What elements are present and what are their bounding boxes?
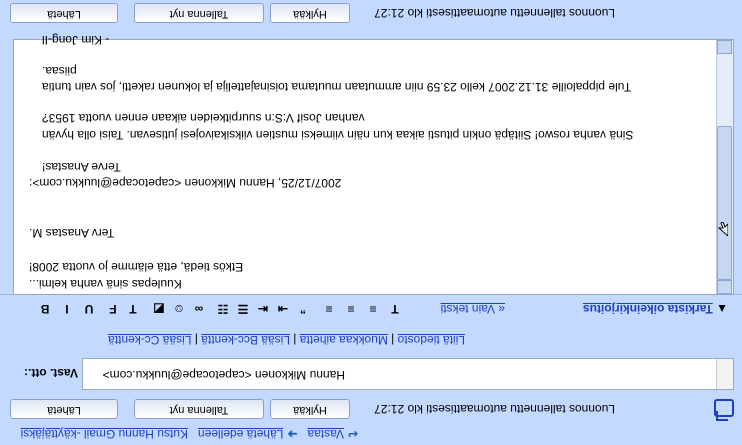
body-line: Etkös tiedä, että elämme jo vuotta 2008!	[29, 260, 244, 274]
popout-icon[interactable]	[714, 399, 734, 417]
plain-text-link[interactable]: « Vain teksti	[441, 302, 505, 316]
quoted-line: - Kim Jong-Il	[42, 33, 110, 47]
body-line: Terv Anastas M.	[29, 226, 115, 240]
bottom-toolbar: Luonnos tallennettu automaattisesti klo …	[0, 396, 742, 422]
bulleted-list-icon[interactable]: ☰	[236, 302, 250, 316]
quoted-line: vanhan Josif V:S:n suurpitkeiden aikaan …	[42, 111, 365, 125]
italic-icon[interactable]: I	[60, 302, 74, 316]
compose-window: ↩ Vastaa ➜ Lähetä edelleen Kutsu Hannu Gma…	[0, 0, 742, 445]
discard-button[interactable]: Hylkää	[270, 3, 350, 23]
field-links: Liitä tiedosto | Muokkaa aihetta | Lisää…	[0, 330, 742, 348]
forward-arrow-icon: ➜	[287, 427, 298, 441]
format-icons: T ≡ ≡ ≡ ” ⇥ ⇤ ☰ ☷ ∞ ☺ ◩ T F U I B	[12, 300, 402, 316]
to-field-scrollbar[interactable]	[716, 359, 733, 389]
align-left-icon[interactable]: ≡	[322, 302, 336, 316]
edit-subject-link[interactable]: Muokkaa aihetta	[300, 333, 388, 347]
body-line: Kuulepas sinä vanha kelmi...	[29, 277, 182, 291]
quoted-line: Tule pippaloille 31.12.2007 kello 23.59 …	[42, 80, 632, 94]
mouse-cursor-icon	[718, 222, 728, 236]
to-field-value: Hannu Mikkonen <capetocape@luukku.com>	[102, 368, 345, 382]
quoted-line: Sinä vanha roswo! Siitäpä onkin pitusti …	[42, 128, 634, 142]
add-bcc-link[interactable]: Lisää Bcc-kenttä	[201, 333, 290, 347]
font-family-icon[interactable]: F	[106, 302, 120, 316]
attach-file-link[interactable]: Liitä tiedosto	[398, 333, 465, 347]
send-button[interactable]: Lähetä	[10, 3, 118, 23]
indent-more-icon[interactable]: ⇥	[276, 302, 290, 316]
text-color-icon[interactable]: ◩	[152, 302, 166, 316]
save-button[interactable]: Tallenna nyt	[134, 399, 264, 419]
send-button[interactable]: Lähetä	[10, 399, 118, 419]
font-size-icon[interactable]: T	[126, 302, 140, 316]
emoticon-icon[interactable]: ☺	[172, 302, 186, 316]
add-cc-link[interactable]: Lisää Cc-kenttä	[108, 333, 191, 347]
quoted-line: piisaa.	[42, 64, 77, 78]
indent-less-icon[interactable]: ⇤	[256, 302, 270, 316]
message-body-editor[interactable]: Kuulepas sinä vanha kelmi... Etkös tiedä…	[13, 33, 734, 295]
align-center-icon[interactable]: ≡	[344, 302, 358, 316]
body-line: 2007/12/25, Hannu Mikkonen <capetocape@l…	[29, 176, 342, 190]
numbered-list-icon[interactable]: ☷	[216, 302, 230, 316]
forward-link[interactable]: Lähetä edelleen	[198, 427, 283, 441]
reply-arrow-icon: ↩	[347, 427, 358, 441]
spellcheck-control[interactable]: ▲ Tarkista oikeinkirjoitus	[583, 302, 728, 316]
to-row: Hannu Mikkonen <capetocape@luukku.com> V…	[0, 348, 742, 396]
to-label: Vast. ott.:	[23, 366, 78, 380]
spellcheck-link[interactable]: Tarkista oikeinkirjoitus	[583, 302, 713, 316]
scroll-thumb[interactable]	[717, 126, 732, 280]
invite-link[interactable]: Kutsu Hannu Gmail -käyttäjäksi	[21, 427, 188, 441]
draft-status: Luonnos tallennettu automaattisesti klo …	[374, 6, 615, 20]
reply-link[interactable]: Vastaa	[307, 427, 343, 441]
underline-icon[interactable]: U	[82, 302, 96, 316]
scroll-down-arrow-icon[interactable]	[717, 280, 732, 294]
top-toolbar: Luonnos tallennettu automaattisesti klo …	[0, 0, 742, 26]
link-icon[interactable]: ∞	[192, 302, 206, 316]
scroll-up-arrow-icon[interactable]	[717, 40, 732, 54]
discard-button[interactable]: Hylkää	[270, 399, 350, 419]
to-field[interactable]: Hannu Mikkonen <capetocape@luukku.com>	[82, 358, 734, 390]
editor-scrollbar[interactable]	[716, 40, 733, 294]
formatting-toolbar: ▲ Tarkista oikeinkirjoitus « Vain teksti…	[0, 294, 742, 321]
align-right-icon[interactable]: ≡	[366, 302, 380, 316]
remove-format-icon[interactable]: T	[388, 302, 402, 316]
save-button[interactable]: Tallenna nyt	[134, 3, 264, 23]
bold-icon[interactable]: B	[38, 302, 52, 316]
quoted-line: Terve Anastas!	[42, 160, 121, 174]
quote-icon[interactable]: ”	[296, 302, 310, 316]
draft-status: Luonnos tallennettu automaattisesti klo …	[374, 402, 615, 416]
message-actions: ↩ Vastaa ➜ Lähetä edelleen Kutsu Hannu Gma…	[0, 422, 742, 445]
